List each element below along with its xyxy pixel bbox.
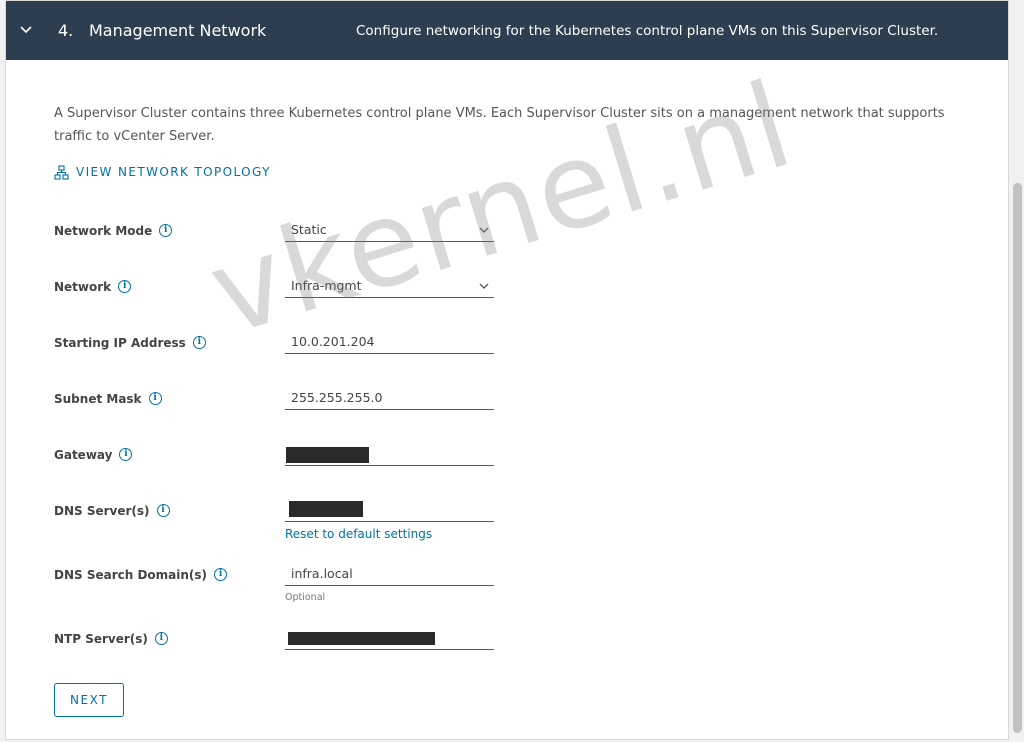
info-icon[interactable]: i [156,504,170,517]
info-icon[interactable]: i [214,568,228,581]
subnet-mask-label: Subnet Mask i [54,392,162,406]
starting-ip-label-text: Starting IP Address [54,336,186,350]
info-icon[interactable]: i [159,224,173,237]
next-button[interactable]: NEXT [54,683,124,717]
network-mode-label: Network Mode i [54,224,173,238]
network-value: Infra-mgmt [291,278,362,293]
subnet-mask-label-text: Subnet Mask [54,392,142,406]
starting-ip-value: 10.0.201.204 [291,334,375,349]
chevron-down-icon [479,227,489,233]
dns-search-domains-label-text: DNS Search Domain(s) [54,568,208,582]
ntp-servers-input[interactable] [285,627,494,650]
network-label-text: Network [54,280,112,294]
starting-ip-input[interactable]: 10.0.201.204 [285,331,494,354]
view-network-topology-label: VIEW NETWORK TOPOLOGY [76,165,271,179]
redacted-value [288,632,435,645]
ntp-servers-label: NTP Server(s) i [54,632,168,646]
gateway-label-text: Gateway [54,448,113,462]
subnet-mask-value: 255.255.255.0 [291,390,383,405]
dns-search-domains-value: infra.local [291,566,353,581]
info-icon[interactable]: i [119,448,133,461]
subnet-mask-input[interactable]: 255.255.255.0 [285,387,494,410]
info-icon[interactable]: i [148,392,162,405]
wizard-panel: 4. Management Network Configure networki… [5,0,1009,740]
section-description: Configure networking for the Kubernetes … [356,23,939,39]
vertical-scrollbar[interactable] [1009,0,1024,742]
dns-search-domains-label: DNS Search Domain(s) i [54,568,228,582]
network-label: Network i [54,280,132,294]
chevron-down-icon [479,283,489,289]
reset-default-settings-link[interactable]: Reset to default settings [285,527,432,541]
ntp-servers-label-text: NTP Server(s) [54,632,148,646]
scrollbar-thumb[interactable] [1013,183,1022,733]
network-topology-icon [54,165,69,180]
step-number: 4. [58,21,74,40]
dns-search-domains-input[interactable]: infra.local [285,563,494,586]
network-mode-select[interactable]: Static [285,219,494,242]
dns-servers-label: DNS Server(s) i [54,504,170,518]
dns-servers-input[interactable] [285,499,494,522]
intro-text: A Supervisor Cluster contains three Kube… [54,106,945,144]
info-icon[interactable]: i [192,336,206,349]
dns-servers-label-text: DNS Server(s) [54,504,150,518]
network-mode-label-text: Network Mode [54,224,153,238]
section-title: Management Network [89,21,267,40]
chevron-down-icon[interactable] [18,22,34,38]
redacted-value [289,501,363,517]
gateway-label: Gateway i [54,448,133,462]
gateway-input[interactable] [285,443,494,466]
section-header[interactable]: 4. Management Network Configure networki… [6,1,1008,60]
info-icon[interactable]: i [154,632,168,645]
info-icon[interactable]: i [118,280,132,293]
optional-helper-text: Optional [285,592,326,603]
starting-ip-label: Starting IP Address i [54,336,206,350]
network-select[interactable]: Infra-mgmt [285,275,494,298]
network-mode-value: Static [291,222,327,237]
redacted-value [286,447,369,463]
